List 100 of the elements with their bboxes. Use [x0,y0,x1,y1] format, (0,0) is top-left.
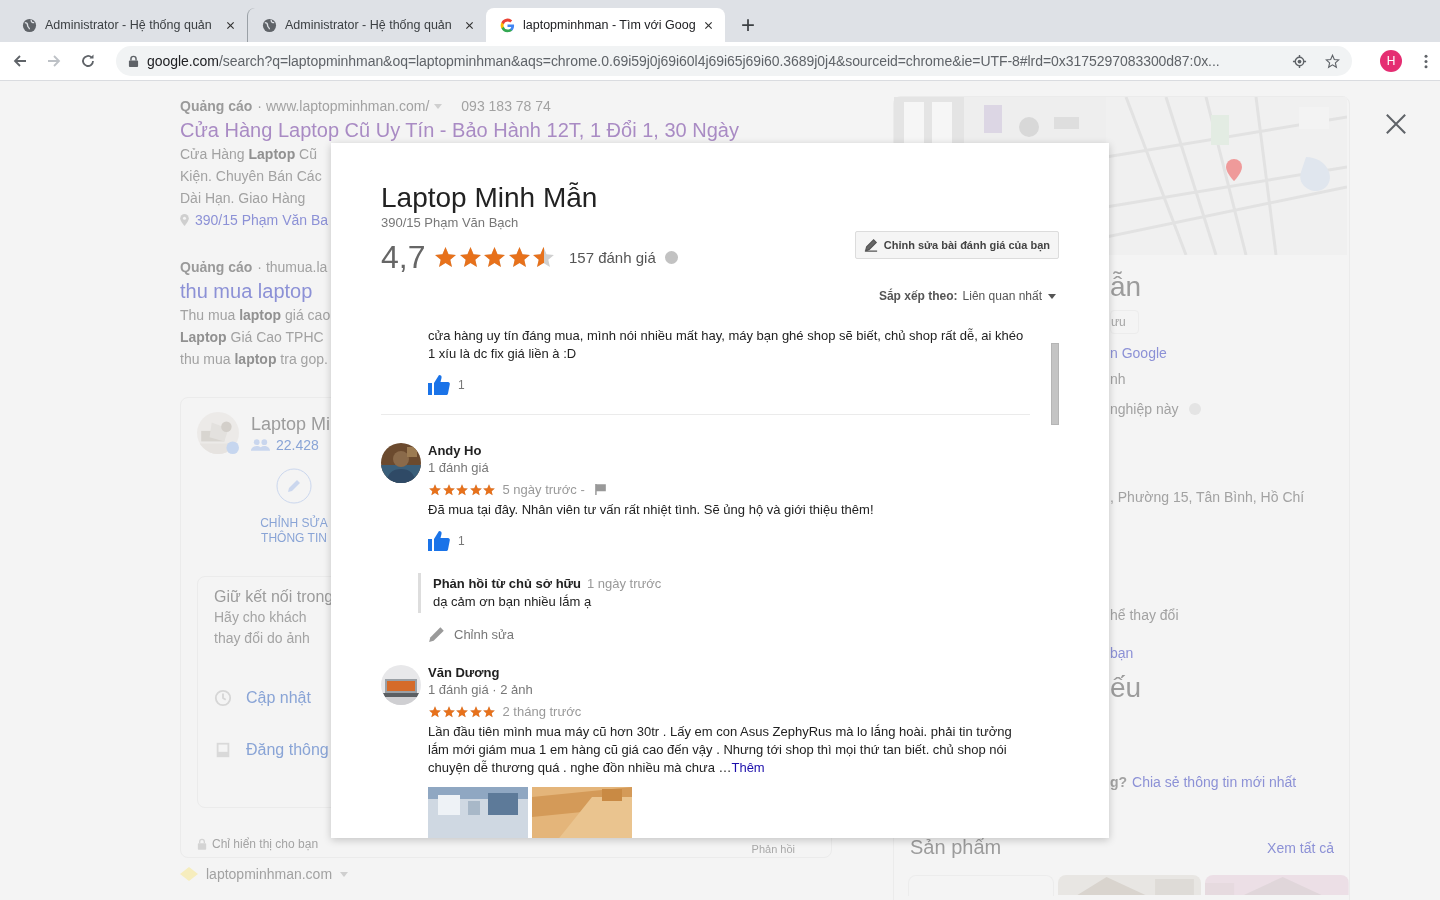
reviewer-name[interactable]: Văn Dương [428,665,500,681]
globe-icon [262,17,277,33]
site-favicon-icon [180,867,198,881]
reply-label: Phản hồi từ chủ sở hữu [433,575,581,593]
panel-link[interactable]: n Google [1110,343,1167,363]
reply-text: dạ cảm ơn bạn nhiều lắm ạ [433,593,592,611]
thumbs-up-icon[interactable] [428,531,450,551]
reload-icon[interactable] [80,53,96,69]
pin-icon [180,214,189,226]
ad-description: thu mua laptop tra gop. [180,350,328,369]
ad-description: Cửa Hàng Laptop Cũ [180,145,317,164]
flag-icon[interactable] [594,484,606,495]
close-icon[interactable] [1385,113,1407,135]
result-site[interactable]: laptopminhman.com [206,866,333,882]
products-heading: Sản phẩm [910,836,1002,859]
panel-link[interactable]: bạn [1110,643,1134,663]
ad-title-link[interactable]: thu mua laptop [180,278,313,304]
star-icon [428,704,442,719]
like-count: 1 [458,534,465,548]
ad-label: Quảng cáo [180,258,253,276]
business-name: Laptop Mi [251,413,331,435]
edit-review-button[interactable]: Chỉnh sửa bài đánh giá của bạn [854,231,1059,259]
star-icon [482,482,496,497]
update-description: Hãy cho khách [214,608,307,627]
ad-url: · thumua.la [257,258,328,276]
review-count: 157 đánh giá [569,248,656,266]
tab-title: Administrator - Hệ thống quản [285,18,453,32]
star-icon [455,704,469,719]
target-icon[interactable] [1292,53,1307,69]
panel-text: g? [1110,773,1128,792]
review-time: 2 tháng trước [502,704,582,719]
star-icon [428,482,442,497]
star-icon [441,482,456,497]
reviewer-meta: 1 đánh giá · 2 ảnh [428,681,533,699]
star-icon [468,704,483,719]
panel-text: nghiệp này [1110,400,1179,419]
panel-link[interactable]: Chia sẻ thông tin mới nhất [1132,772,1297,792]
panel-text: hể thay đổi [1110,606,1179,625]
tab-title: Administrator - Hệ thống quản [45,18,213,32]
browser-tab[interactable]: Administrator - Hệ thống quản [8,8,247,42]
star-icon [458,244,483,270]
review-text: cửa hàng uy tín đáng mua, mình nói nhiều mất hay, máy bạn ghé shop sẽ biết, chủ shop rất dễ, ai khéo 1 xíu là dc fix giá liền à :D [428,327,1025,363]
star-icon [507,244,532,270]
update-description: thay đổi do ảnh [214,629,310,648]
ad-url: · www.laptopminhman.com/ [257,97,430,115]
google-icon [500,17,515,33]
followers-count: 22.428 [276,437,319,453]
sort-dropdown[interactable]: Liên quan nhất [962,289,1056,303]
new-tab-button[interactable]: + [733,8,763,42]
action-link[interactable]: Đăng thông [246,741,329,759]
rating-score: 4,7 [381,238,426,277]
close-icon[interactable] [226,20,235,30]
back-icon[interactable] [12,53,28,69]
clock-icon [214,689,232,707]
review-text: Lần đầu tiên mình mua máy cũ hơn 30tr . Lấy em con Asus ZephyRus mà lo lắng hoài. phải tin tưởng lắm mới giám mua 1 em hàng cũ giá cao đến vậy . Nhưng tới shop thì mọi thứ tan biết. chủ shop nói chuyện dễ thương quá . nghe đồn nhiều mà chưa …Thêm [428,723,1013,777]
ad-description: Kiện. Chuyên Bán Các [180,167,322,186]
close-icon[interactable] [704,20,713,30]
save-button[interactable]: ưu [1110,310,1139,334]
panel-heading: ẫn [1110,270,1142,304]
ad-title-link[interactable]: Cửa Hàng Laptop Cũ Uy Tín - Bảo Hành 12T, 1 Đổi 1, 30 Ngày [180,117,739,143]
post-icon [214,741,232,759]
reviewer-meta: 1 đánh giá [428,459,489,477]
address-bar[interactable]: google.com/search?q=laptopminhman&oq=laptopminhman&aqs=chrome.0.69i59j0j69i60l4j69i65j69i60.3689j0j4&sourceid=chrome&ie=UTF-8#lrd=0x3175297083300d87:0x... [116,46,1352,76]
see-all-link[interactable]: Xem tất cả [1267,839,1334,856]
edit-reply-button[interactable]: Chỉnh sửa [428,625,514,643]
like-count: 1 [458,378,465,392]
star-icon [441,704,456,719]
star-icon [468,482,483,497]
lock-icon [128,54,139,68]
profile-avatar[interactable]: H [1380,50,1402,72]
more-link[interactable]: Thêm [731,760,765,775]
panel-text: nh [1110,370,1126,389]
browser-tab[interactable]: laptopminhman - Tìm với Goog [486,8,725,42]
scrollbar[interactable] [1051,343,1059,425]
reviewer-name[interactable]: Andy Ho [428,443,482,459]
address-link[interactable]: 390/15 Phạm Văn Ba [195,209,329,231]
review-text: Đã mua tại đây. Nhân viên tư vấn rất nhiệt tình. Sẽ ủng hộ và giới thiệu thêm! [428,501,874,519]
dialog-title: Laptop Minh Mẫn [381,181,598,215]
star-icon [482,704,496,719]
sort-label: Sắp xếp theo: [878,289,958,303]
close-icon[interactable] [465,20,474,30]
feedback-link[interactable]: Phản hồi [751,843,795,855]
panel-heading: ếu [1110,671,1142,705]
people-icon [251,439,270,451]
menu-icon[interactable] [1424,53,1428,69]
lock-icon [197,838,207,850]
tab-title: laptopminhman - Tìm với Goog [523,18,696,32]
panel-text: , Phường 15, Tân Bình, Hồ Chí [1110,488,1305,507]
url-text: google.com/search?q=laptopminhman&oq=laptopminhman&aqs=chrome.0.69i59j0j69i60l4j69i65j69i60.3689j0j4&sourceid=chrome&ie=UTF-8#lrd=0x3175297083300d87:0x... [147,53,1221,69]
ad-phone: 093 183 78 74 [461,97,551,115]
globe-icon [22,17,37,33]
star-icon [455,482,469,497]
private-note: Chỉ hiển thị cho bạn [212,837,319,851]
edit-info-label[interactable]: CHỈNH SỬA THÔNG TIN [259,516,329,546]
ad-description: Thu mua laptop giá cao [180,306,331,325]
bookmark-star-icon[interactable] [1325,53,1340,69]
thumbs-up-icon[interactable] [428,375,450,395]
pencil-icon [428,625,446,643]
ad-description: Laptop Giá Cao TPHC [180,328,324,347]
action-link[interactable]: Cập nhật [246,689,311,707]
